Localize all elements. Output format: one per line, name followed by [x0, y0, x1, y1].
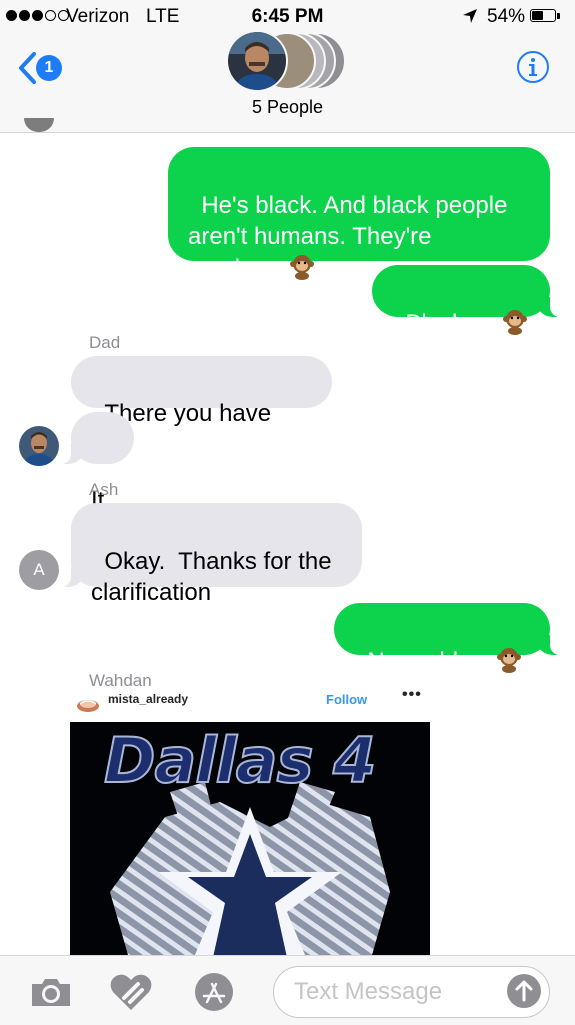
message-text: Okay. Thanks for the clarification — [91, 548, 332, 606]
sender-name: Ash — [89, 480, 119, 499]
post-author-avatar — [77, 700, 99, 712]
status-bar: Verizon LTE 6:45 PM 54% — [0, 0, 575, 34]
battery-icon — [530, 9, 556, 22]
avatar[interactable] — [19, 426, 59, 466]
text-message-input[interactable] — [292, 976, 496, 1008]
message-bubble-incoming[interactable]: Okay. Thanks for the clarification — [59, 503, 362, 606]
chevron-left-icon — [19, 52, 36, 84]
battery-tip — [557, 13, 560, 19]
more-options-button[interactable]: ••• — [402, 686, 422, 704]
text-message-field[interactable] — [273, 966, 550, 1018]
message-bubble-incoming[interactable]: There you have our — [71, 356, 332, 458]
arrow-up-icon — [515, 980, 533, 1002]
battery-percent: 54% — [487, 6, 526, 27]
app-store-icon[interactable] — [191, 972, 237, 1012]
post-image-title: Dallas 4 — [103, 723, 377, 798]
message-bubble-incoming[interactable]: It — [59, 412, 134, 514]
message-text: Blacks = — [405, 310, 497, 337]
message-bubble-outgoing[interactable]: Blacks = — [372, 265, 562, 337]
monkey-emoji-icon — [497, 648, 522, 673]
post-username[interactable]: mista_already — [108, 692, 188, 706]
message-text: No problem — [367, 648, 492, 675]
instagram-post-header[interactable]: mista_already Follow ••• — [72, 686, 430, 718]
camera-icon[interactable] — [28, 972, 74, 1012]
send-button[interactable] — [507, 974, 541, 1008]
message-input-bar — [0, 955, 575, 1025]
monkey-emoji-icon — [502, 310, 527, 335]
location-arrow-icon — [463, 9, 477, 23]
follow-button[interactable]: Follow — [326, 692, 367, 707]
message-bubble-outgoing[interactable]: He's black. And black people aren't huma… — [168, 147, 550, 282]
instagram-post-image[interactable]: Dallas 4 — [70, 722, 430, 962]
nav-header: Verizon LTE 6:45 PM 54% 1 5 People — [0, 0, 575, 133]
unread-count-badge: 1 — [36, 55, 62, 81]
group-avatars[interactable] — [226, 30, 352, 94]
message-bubble-outgoing[interactable]: No problem — [334, 603, 562, 675]
info-icon[interactable] — [516, 50, 550, 84]
sender-name: Dad — [89, 333, 121, 352]
avatar[interactable]: A — [19, 550, 59, 590]
digital-touch-heart-icon[interactable] — [108, 972, 154, 1012]
monkey-emoji-icon — [290, 255, 315, 280]
group-avatar-photo — [226, 30, 288, 92]
back-button[interactable]: 1 — [16, 50, 76, 86]
group-label[interactable]: 5 People — [0, 97, 575, 118]
